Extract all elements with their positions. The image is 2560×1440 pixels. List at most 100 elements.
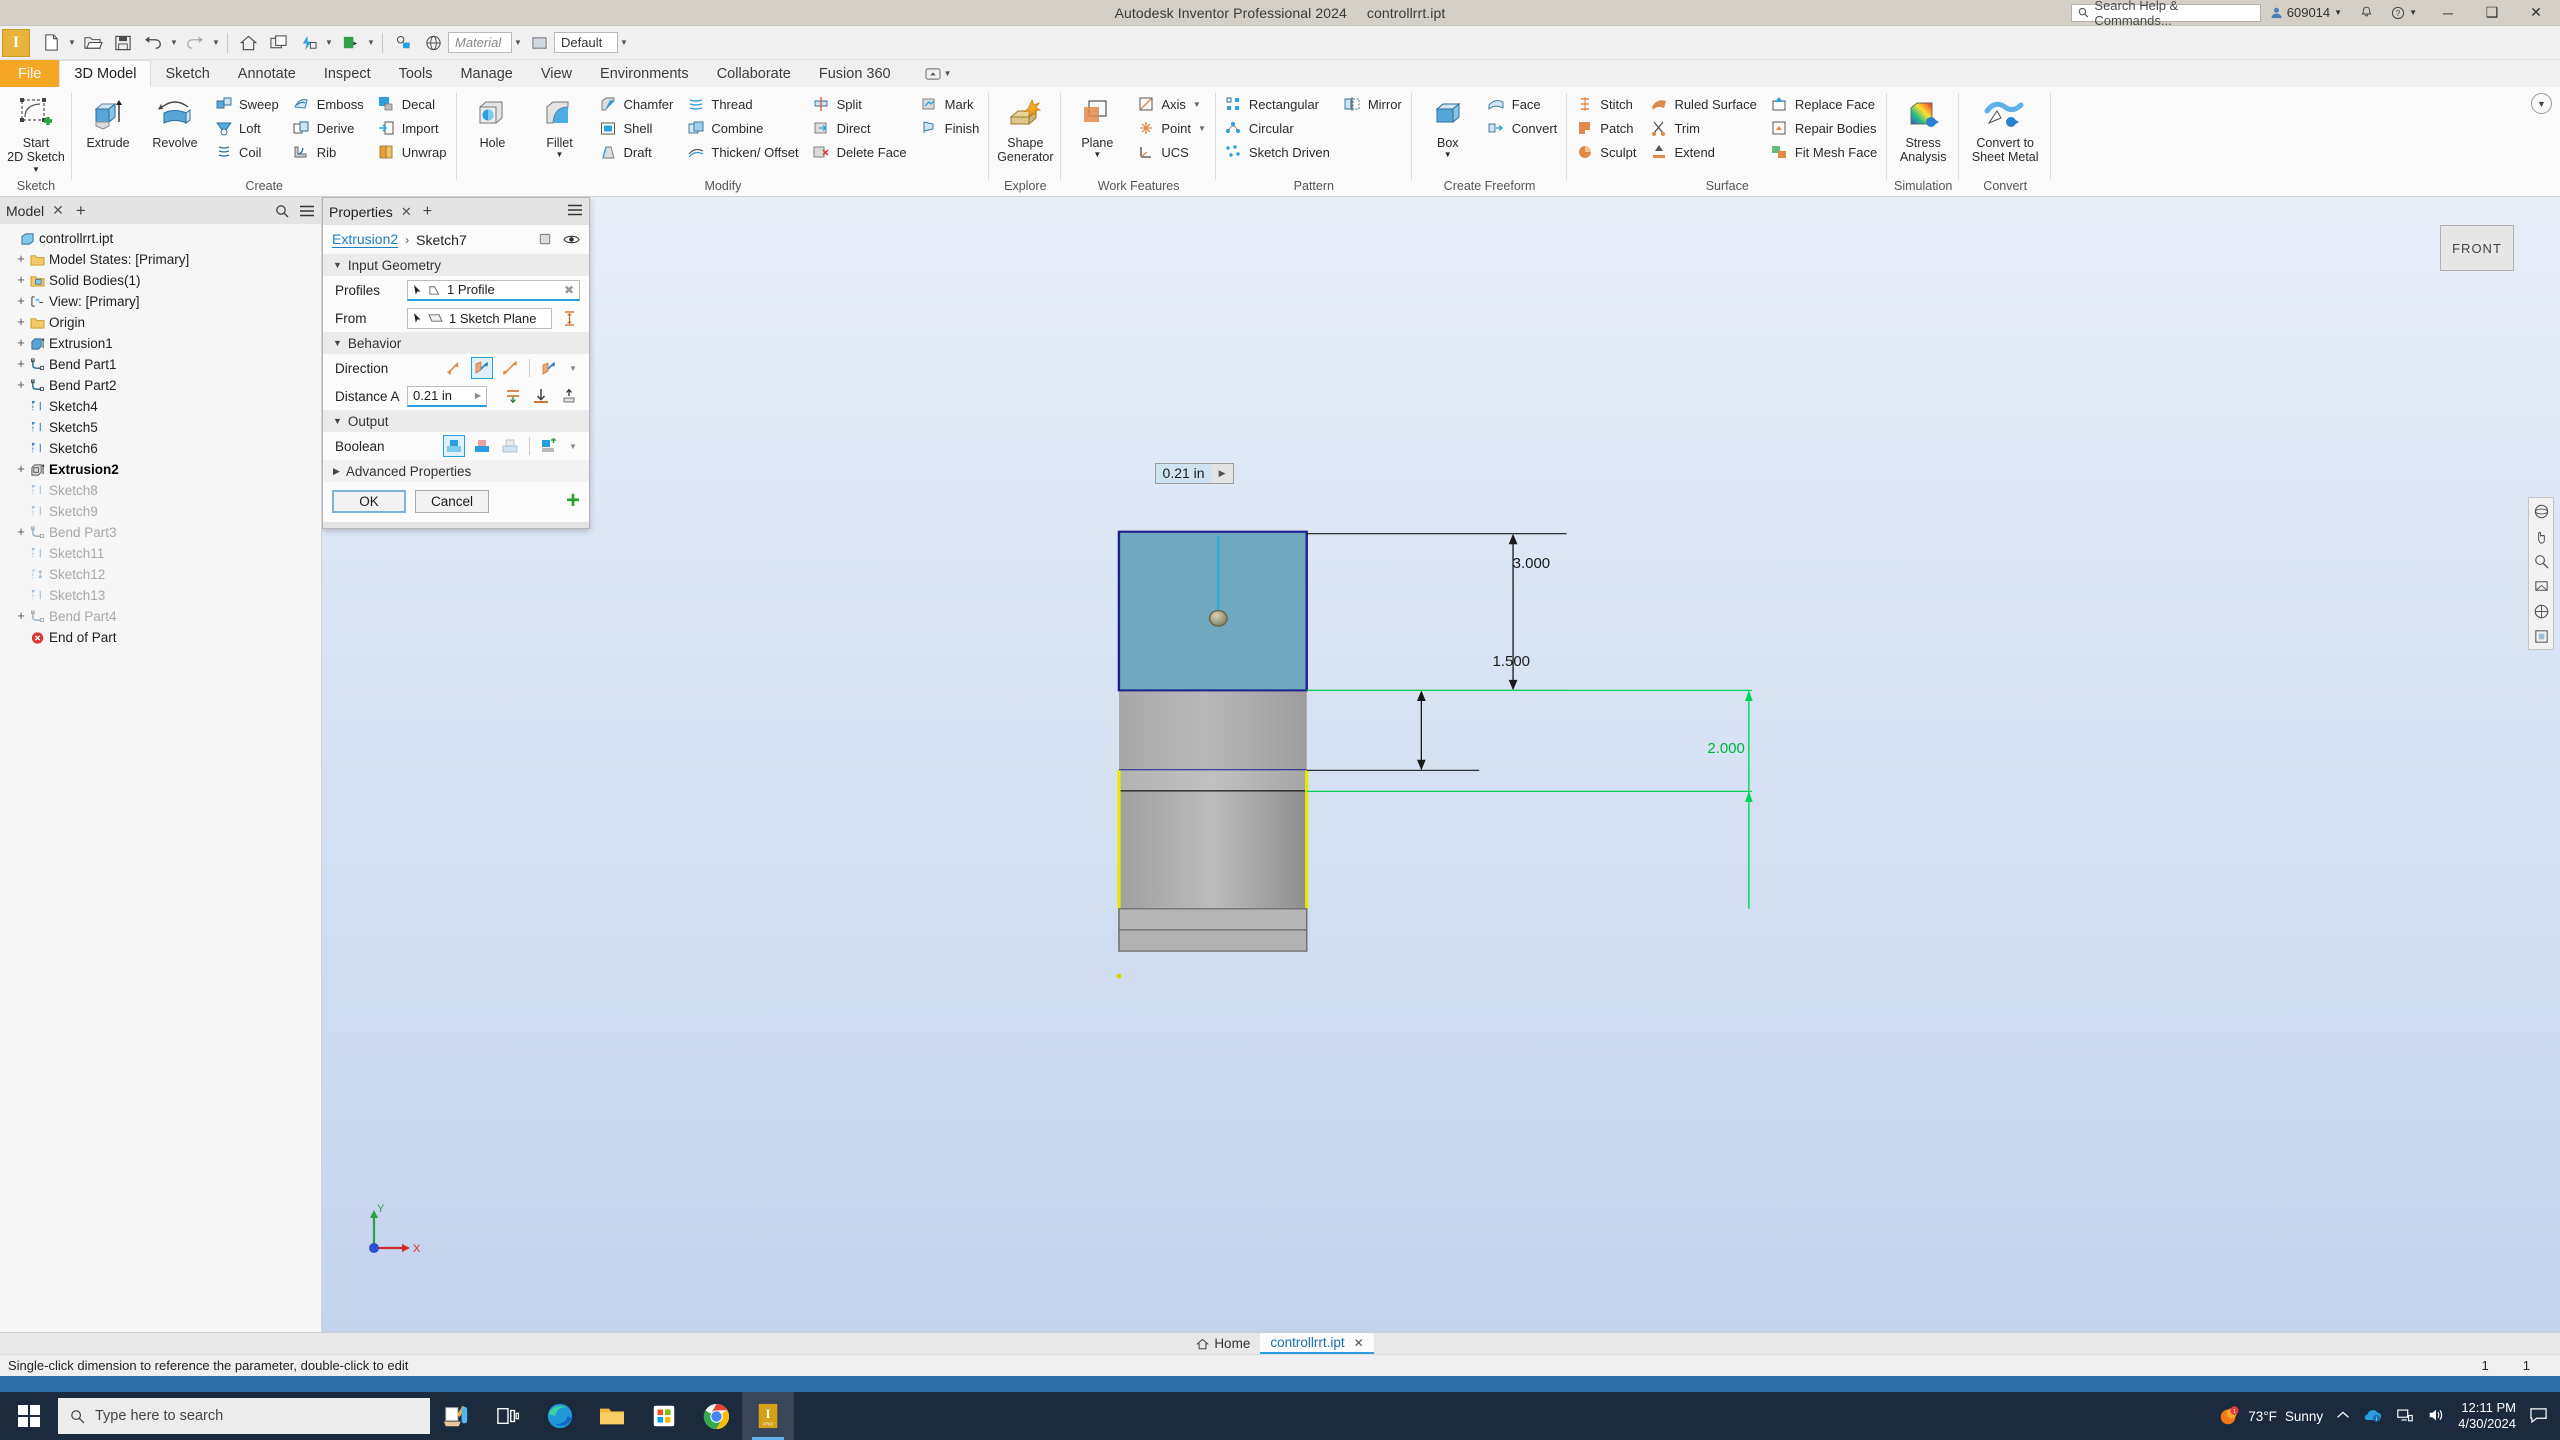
chevron-down-icon[interactable]: ▼ (2531, 93, 2552, 114)
fillet-button[interactable]: Fillet ▼ (527, 89, 593, 160)
patch-button[interactable]: Patch (1570, 116, 1643, 140)
doc-tab-close-icon[interactable]: ✕ (1354, 1336, 1364, 1350)
face-band-2[interactable] (1118, 770, 1307, 792)
axis-button[interactable]: Axis ▼ (1131, 92, 1213, 116)
point-button[interactable]: Point ▼ (1131, 116, 1213, 140)
tree-node-sketch5[interactable]: Sketch5 (0, 417, 321, 438)
redo-button[interactable] (180, 29, 210, 57)
tree-node-view-primary[interactable]: + View: [Primary] (0, 291, 321, 312)
close-button[interactable]: ✕ (2514, 0, 2558, 26)
action-center-icon[interactable] (2529, 1406, 2548, 1426)
repair-bodies-button[interactable]: Repair Bodies (1765, 116, 1884, 140)
material-dropdown[interactable]: ▼ (512, 29, 524, 57)
import-button[interactable]: Import (372, 116, 454, 140)
stitch-button[interactable]: Stitch (1570, 92, 1643, 116)
new-file-dropdown[interactable]: ▼ (66, 29, 78, 57)
taskbar-inventor-icon[interactable]: I PRO (742, 1392, 794, 1440)
extent-to-button[interactable] (530, 385, 552, 407)
undo-dropdown[interactable]: ▼ (168, 29, 180, 57)
save-button[interactable] (108, 29, 138, 57)
inline-dimension-value[interactable]: 0.21 in (1155, 463, 1212, 483)
plane-button[interactable]: Plane ▼ (1064, 89, 1130, 160)
ribbon-tab-3d-model[interactable]: 3D Model (59, 60, 152, 87)
appearance-picker-button[interactable] (418, 29, 448, 57)
tree-expand-icon[interactable]: + (14, 609, 28, 624)
start-2d-sketch-button[interactable]: Start 2D Sketch ▼ (3, 89, 69, 174)
rectangular-pattern-button[interactable]: Rectangular (1219, 92, 1337, 116)
shell-button[interactable]: Shell (594, 116, 681, 140)
extrude-button[interactable]: Extrude (75, 89, 141, 150)
convert-sheet-metal-button[interactable]: Convert to Sheet Metal (1962, 89, 2048, 165)
onedrive-icon[interactable]: i (2363, 1407, 2383, 1426)
open-file-button[interactable] (78, 29, 108, 57)
taskbar-chrome-icon[interactable] (690, 1392, 742, 1440)
tree-node-controllrrt-ipt[interactable]: controllrrt.ipt (0, 228, 321, 249)
ribbon-tab-inspect[interactable]: Inspect (310, 60, 385, 87)
tree-expand-icon[interactable]: + (14, 294, 28, 309)
coil-button[interactable]: Coil (209, 140, 286, 164)
ribbon-tab-file[interactable]: File (0, 60, 60, 87)
derive-button[interactable]: Derive (287, 116, 371, 140)
hole-button[interactable]: Hole (460, 89, 526, 150)
trim-button[interactable]: Trim (1644, 116, 1763, 140)
ribbon-tab-tools[interactable]: Tools (385, 60, 447, 87)
taskbar-search-input[interactable]: Type here to search (58, 1398, 430, 1434)
dimension-1500-text[interactable]: 1.500 (1492, 653, 1530, 670)
tree-node-end-of-part[interactable]: End of Part (0, 627, 321, 648)
decal-button[interactable]: Decal (372, 92, 454, 116)
tree-node-bend-part2[interactable]: + Bend Part2 (0, 375, 321, 396)
add-feature-icon[interactable]: + (566, 489, 580, 513)
tree-node-sketch9[interactable]: Sketch9 (0, 501, 321, 522)
tree-expand-icon[interactable]: + (14, 525, 28, 540)
tree-node-extrusion2[interactable]: + Extrusion2 (0, 459, 321, 480)
properties-resize-grip[interactable] (323, 522, 589, 528)
boolean-intersect-button[interactable] (499, 435, 521, 457)
user-account[interactable]: 609014 ▼ (2261, 5, 2351, 20)
tree-node-solid-bodies-1[interactable]: + Solid Bodies(1) (0, 270, 321, 291)
section-advanced-properties[interactable]: ▶ Advanced Properties (323, 460, 589, 482)
home-view-button[interactable] (233, 29, 263, 57)
taskbar-clock[interactable]: 12:11 PM 4/30/2024 (2458, 1400, 2516, 1433)
profiles-input[interactable]: 1 Profile ✖ (407, 279, 580, 301)
selected-face[interactable] (1117, 530, 1308, 692)
tree-node-bend-part3[interactable]: + Bend Part3 (0, 522, 321, 543)
help-search-input[interactable]: Search Help & Commands... (2070, 0, 2261, 28)
properties-menu-icon[interactable] (567, 203, 583, 220)
tree-node-sketch4[interactable]: Sketch4 (0, 396, 321, 417)
volume-icon[interactable] (2427, 1407, 2445, 1426)
bo olean-new-solid-button[interactable] (538, 435, 560, 457)
ribbon-tab-manage[interactable]: Manage (446, 60, 526, 87)
tree-node-model-states-primary[interactable]: + Model States: [Primary] (0, 249, 321, 270)
thicken-offset-button[interactable]: Thicken/ Offset (681, 140, 805, 164)
direction-flipped-button[interactable] (471, 357, 493, 379)
browser-add-icon[interactable]: + (72, 201, 90, 221)
boolean-join-button[interactable] (443, 435, 465, 457)
section-output[interactable]: ▼ Output (323, 410, 589, 432)
freeform-face-button[interactable]: Face (1482, 92, 1565, 116)
tree-node-bend-part4[interactable]: + Bend Part4 (0, 606, 321, 627)
ribbon-tab-sketch[interactable]: Sketch (151, 60, 223, 87)
finish-button[interactable]: Finish (915, 116, 987, 140)
freeform-convert-button[interactable]: Convert (1482, 116, 1565, 140)
loft-button[interactable]: Loft (209, 116, 286, 140)
revolve-button[interactable]: Revolve (142, 89, 208, 150)
ucs-button[interactable]: UCS (1131, 140, 1213, 164)
stress-analysis-button[interactable]: Stress Analysis (1890, 89, 1956, 165)
base-plate-1[interactable] (1118, 908, 1308, 931)
draft-button[interactable]: Draft (594, 140, 681, 164)
ruled-surface-button[interactable]: Ruled Surface (1644, 92, 1763, 116)
tree-expand-icon[interactable]: + (14, 357, 28, 372)
sculpt-button[interactable]: Sculpt (1570, 140, 1643, 164)
ribbon-tab-view[interactable]: View (527, 60, 586, 87)
profiles-clear-icon[interactable]: ✖ (564, 283, 574, 297)
split-button[interactable]: Split (807, 92, 914, 116)
mark-button[interactable]: Mark (915, 92, 987, 116)
boolean-dropdown-icon[interactable]: ▼ (566, 442, 580, 451)
appearance-field[interactable]: Default (554, 32, 618, 53)
appearance-swatch[interactable] (524, 29, 554, 57)
browser-menu-icon[interactable] (299, 204, 315, 218)
rib-button[interactable]: Rib (287, 140, 371, 164)
taskbar-file-explorer-icon[interactable] (586, 1392, 638, 1440)
unwrap-button[interactable]: Unwrap (372, 140, 454, 164)
ribbon-tab-fusion360[interactable]: Fusion 360 (805, 60, 905, 87)
